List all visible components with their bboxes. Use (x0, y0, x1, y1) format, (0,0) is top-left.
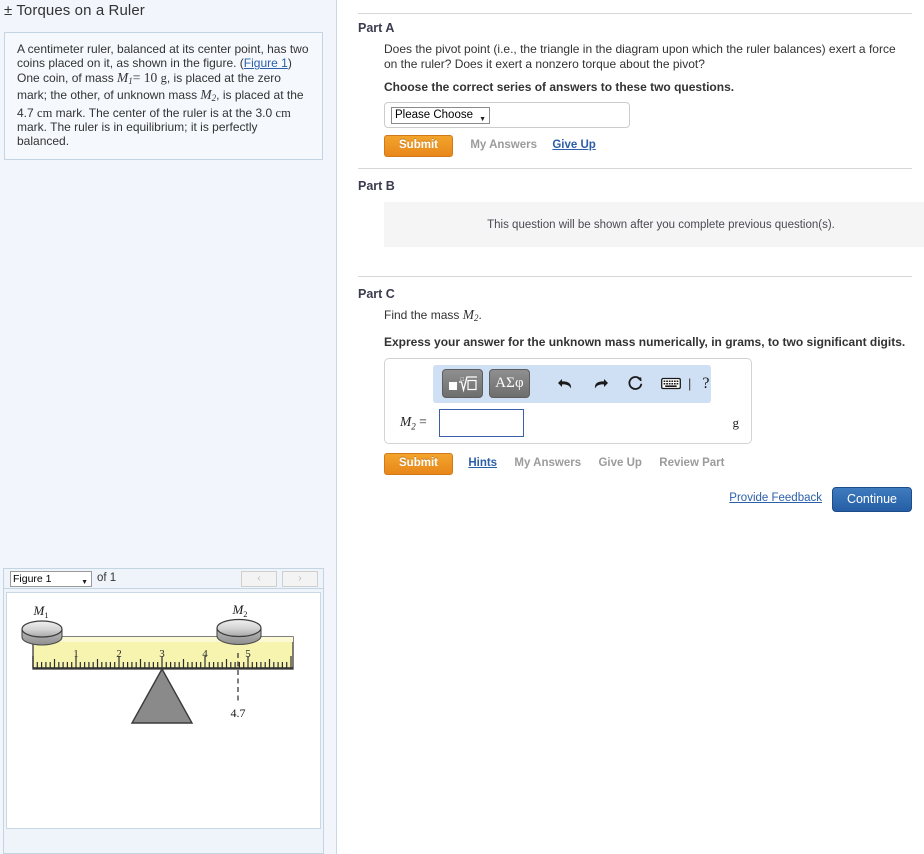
stmt-seg-5: mark. The center of the ruler is at the … (52, 105, 276, 120)
page-title: ± Torques on a Ruler (4, 2, 145, 19)
divider-top (358, 13, 912, 14)
part-c-question-prefix: Find the mass (384, 308, 463, 322)
template-glyph: □ (448, 376, 477, 393)
svg-text:4: 4 (202, 648, 208, 660)
continue-button[interactable]: Continue (831, 487, 912, 512)
part-c-body: Find the mass M2. Express your answer fo… (358, 307, 912, 475)
part-c-give-up-link[interactable]: Give Up (598, 457, 641, 469)
part-a-question: Does the pivot point (i.e., the triangle… (384, 42, 896, 71)
answer-label-equals: = (419, 413, 427, 429)
part-a-submit-button[interactable]: Submit (384, 135, 453, 157)
part-c-answer-label: M2 = (400, 414, 427, 432)
svg-text:M2: M2 (231, 602, 247, 619)
svg-text:5: 5 (245, 648, 251, 660)
help-button[interactable]: ? (702, 375, 709, 393)
chevron-down-icon: ▼ (479, 116, 486, 123)
part-c-hints-link[interactable]: Hints (468, 457, 497, 469)
part-a-section: Part A Does the pivot point (i.e., the t… (358, 21, 912, 157)
divider-part-b (358, 168, 912, 169)
mass1-value: = 10 (132, 69, 158, 85)
answer-label-symbol: M2 (400, 413, 416, 432)
part-a-select[interactable]: Please Choose ▼ (391, 107, 490, 124)
position-callout-label: 4.7 (231, 706, 246, 720)
coin-m1-label: M1 (32, 603, 48, 620)
part-c-answer-box: □ ΑΣφ | ? M2 = g (384, 357, 753, 444)
part-a-give-up-link[interactable]: Give Up (552, 139, 595, 151)
redo-glyph (594, 379, 608, 389)
problem-statement-text: A centimeter ruler, balanced at its cent… (17, 42, 310, 149)
mass2-symbol: M2 (200, 87, 217, 104)
svg-text:2: 2 (116, 648, 122, 660)
math-template-icon[interactable]: □ (442, 369, 483, 398)
part-a-answer-box: Please Choose ▼ (384, 102, 630, 128)
coin-m2-label: M2 (231, 602, 247, 619)
figure-prev-button[interactable]: ‹ (241, 571, 277, 587)
part-b-locked-message: This question will be shown after you co… (487, 218, 835, 231)
unit-cm-1: cm (37, 105, 53, 120)
keyboard-icon[interactable] (661, 377, 681, 390)
undo-glyph (558, 379, 572, 389)
greek-symbols-label: ΑΣφ (495, 375, 524, 391)
figure-next-button[interactable]: › (282, 571, 318, 587)
coin-m1 (21, 620, 63, 646)
unit-cm-2: cm (275, 105, 291, 120)
problem-page: ± Torques on a Ruler A centimeter ruler,… (0, 0, 924, 854)
pivot-triangle (130, 667, 194, 724)
part-c-review-part-link[interactable]: Review Part (659, 457, 724, 469)
part-c-instruction: Express your answer for the unknown mass… (384, 334, 906, 349)
part-a-heading: Part A (358, 21, 395, 35)
svg-text:1: 1 (73, 648, 79, 660)
chevron-down-icon: ▼ (81, 579, 88, 586)
answer-label-subscript: 2 (411, 421, 416, 432)
part-a-select-value: Please Choose (395, 109, 473, 121)
redo-arrow-icon[interactable] (591, 375, 610, 392)
part-c-mass2-symbol: M2 (462, 307, 479, 323)
part-c-my-answers-link[interactable]: My Answers (514, 457, 581, 469)
mass1-symbol: M1 (117, 69, 133, 86)
part-c-question: Find the mass M2. (384, 307, 912, 326)
provide-feedback-link[interactable]: Provide Feedback (729, 492, 822, 504)
problem-statement-box: A centimeter ruler, balanced at its cent… (4, 32, 323, 160)
svg-text:M1: M1 (32, 603, 48, 620)
figure-count-label: of 1 (97, 572, 117, 584)
ruler-diagram: 1 2 3 4 5 M1 M2 4.7 (21, 602, 294, 724)
coin-m2 (216, 618, 262, 646)
figure-panel: Figure 1 ▼ of 1 ‹ › 1 2 3 4 5 M1 M2 4.7 (3, 568, 324, 854)
figure-selector[interactable]: Figure 1 ▼ (10, 571, 92, 587)
undo-arrow-icon[interactable] (556, 375, 575, 392)
svg-text:3: 3 (159, 648, 165, 660)
part-b-section: Part B This question will be shown after… (358, 168, 924, 247)
part-a-my-answers-link[interactable]: My Answers (470, 139, 537, 151)
reset-glyph (628, 376, 643, 390)
part-c-section: Part C Find the mass M2. Express your an… (358, 276, 912, 475)
footer-row: Provide Feedback Continue (358, 487, 912, 513)
figure-toolbar: Figure 1 ▼ of 1 ‹ › (4, 569, 323, 589)
part-b-heading: Part B (358, 179, 395, 193)
part-b-locked-box: This question will be shown after you co… (384, 202, 924, 247)
part-a-button-row: Submit My Answers Give Up (384, 135, 912, 157)
part-a-body: Does the pivot point (i.e., the triangle… (358, 42, 912, 157)
part-c-answer-input[interactable] (439, 408, 524, 437)
math-toolbar: □ ΑΣφ | ? (433, 364, 711, 403)
left-panel: ± Torques on a Ruler A centimeter ruler,… (0, 0, 337, 854)
figure-canvas: 1 2 3 4 5 M1 M2 4.7 (6, 592, 321, 829)
part-c-answer-row: M2 = g (385, 408, 753, 439)
keyboard-glyph (661, 377, 681, 390)
reset-circular-arrow-icon[interactable] (626, 374, 645, 393)
svg-text:□: □ (460, 377, 464, 383)
figure-selector-value: Figure 1 (13, 573, 52, 585)
part-c-answer-unit: g (732, 414, 740, 430)
part-a-instruction: Choose the correct series of answers to … (384, 80, 735, 94)
divider-part-c (358, 276, 912, 277)
part-c-submit-button[interactable]: Submit (384, 452, 453, 475)
figure-1-link[interactable]: Figure 1 (244, 56, 288, 70)
part-c-question-suffix: . (478, 308, 482, 322)
part-c-button-row: Submit Hints My Answers Give Up Review P… (384, 452, 912, 475)
stmt-seg-6: mark. The ruler is in equilibrium; it is… (17, 120, 258, 149)
question-content: Part A Does the pivot point (i.e., the t… (358, 0, 924, 854)
greek-symbols-button[interactable]: ΑΣφ (489, 369, 530, 398)
part-c-heading: Part C (358, 287, 395, 301)
toolbar-divider: | (688, 376, 692, 391)
